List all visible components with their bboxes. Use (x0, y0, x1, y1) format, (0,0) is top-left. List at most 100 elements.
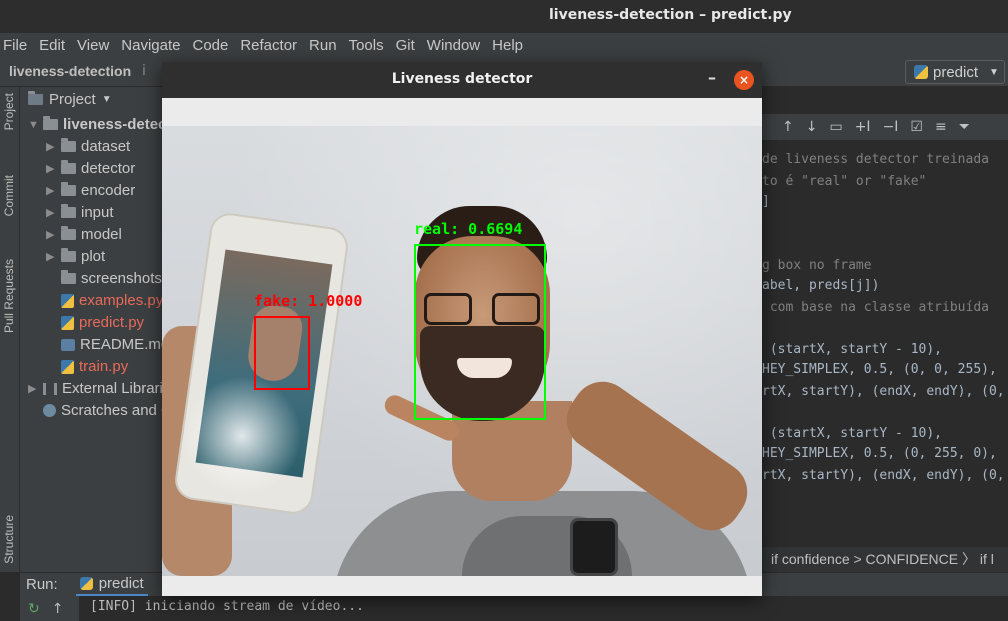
align-icon[interactable]: ≡ (935, 119, 947, 135)
arrow-down-icon[interactable]: ↓ (806, 119, 818, 135)
tree-item-input[interactable]: ▶ input (46, 204, 114, 221)
menu-view[interactable]: View (77, 37, 109, 54)
folder-icon (61, 160, 76, 174)
code-line: HEY_SIMPLEX, 0.5, (0, 0, 255), (762, 362, 997, 377)
detection-label-fake: fake: 1.0000 (254, 292, 363, 310)
chevron-right-icon: ▶ (46, 185, 55, 197)
tree-item-train-py[interactable]: train.py (46, 358, 128, 375)
code-line: ] (762, 194, 770, 209)
tree-item-label: predict.py (79, 314, 145, 331)
scratch-icon (43, 404, 56, 417)
library-icon (43, 382, 57, 395)
tab-structure[interactable]: Structure (2, 515, 16, 564)
folder-icon (61, 270, 76, 284)
folder-icon (61, 204, 76, 218)
menu-bar: File Edit View Navigate Code Refactor Ru… (0, 33, 1008, 57)
frame-top-margin (162, 98, 762, 126)
menu-edit[interactable]: Edit (39, 37, 65, 54)
code-line: de liveness detector treinada (762, 152, 989, 167)
code-line: rtX, startY), (endX, endY), (0, (762, 468, 1005, 483)
console-toolbar: ↻ ↑ (20, 596, 80, 621)
menu-window[interactable]: Window (427, 37, 480, 54)
run-tab-predict[interactable]: predict (75, 573, 148, 597)
left-tool-stripe: Project Commit Pull Requests Structure (0, 87, 20, 572)
run-config-selector[interactable]: predict ▼ (905, 60, 1005, 84)
python-file-icon (61, 359, 74, 374)
menu-file[interactable]: File (3, 37, 27, 54)
folder-icon (61, 182, 76, 196)
minimize-button[interactable]: – (702, 68, 722, 90)
arrow-up-icon[interactable]: ↑ (52, 601, 64, 617)
menu-run[interactable]: Run (309, 37, 337, 54)
tree-item-label: model (81, 226, 122, 243)
project-panel-title: Project (49, 91, 96, 108)
menu-tools[interactable]: Tools (349, 37, 384, 54)
menu-git[interactable]: Git (396, 37, 415, 54)
code-line: HEY_SIMPLEX, 0.5, (0, 255, 0), (762, 446, 997, 461)
tree-item-dataset[interactable]: ▶ dataset (46, 138, 130, 155)
editor-breadcrumb[interactable]: if confidence > CONFIDENCE 〉 if l (762, 547, 1008, 572)
tree-item-label: screenshots (81, 270, 162, 287)
code-line: abel, preds[j]) (762, 278, 880, 293)
folder-icon (43, 116, 58, 130)
chevron-down-icon: ▼ (28, 118, 39, 131)
tree-item-plot[interactable]: ▶ plot (46, 248, 105, 265)
detection-box-real (414, 244, 546, 420)
run-config-label: predict (933, 63, 979, 81)
tree-item-screenshots[interactable]: screenshots (46, 270, 162, 287)
tree-item-predict-py[interactable]: predict.py (46, 314, 144, 331)
code-line: to é "real" or "fake" (762, 174, 927, 189)
tree-item-encoder[interactable]: ▶ encoder (46, 182, 135, 199)
chevron-down-icon: ▼ (101, 94, 112, 105)
window-title: liveness-detection – predict.py (549, 7, 792, 23)
tree-item-label: detector (81, 160, 136, 177)
close-button[interactable]: × (734, 70, 754, 90)
console-output-line: [INFO] iniciando stream de vídeo... (90, 599, 364, 614)
breadcrumb-project[interactable]: liveness-detection (9, 63, 131, 79)
tree-item-label: input (81, 204, 114, 221)
chevron-right-icon: ▶ (46, 251, 55, 263)
markdown-file-icon (61, 338, 75, 351)
frame-bottom-margin (162, 576, 762, 596)
dialog-titlebar[interactable]: Liveness detector – × (162, 62, 762, 98)
python-icon (79, 576, 93, 590)
python-file-icon (61, 293, 74, 308)
rerun-icon[interactable]: ↻ (28, 601, 40, 617)
filter-icon[interactable]: ⏷ (959, 119, 970, 135)
tab-commit[interactable]: Commit (2, 175, 16, 216)
wristwatch (570, 518, 618, 576)
remove-occurrence-icon[interactable]: −I (883, 119, 899, 135)
editor-toolbar: ↑ ↓ ▭ +I −I ☑ ≡ ⏷ (762, 114, 1008, 140)
tree-item-detector[interactable]: ▶ detector (46, 160, 135, 177)
python-file-icon (61, 315, 74, 330)
window-titlebar: liveness-detection – predict.py (0, 0, 1008, 33)
chevron-right-icon: ▶ (46, 207, 55, 219)
run-console[interactable]: [INFO] iniciando stream de vídeo... (20, 596, 1008, 621)
folder-icon (61, 248, 76, 262)
tree-item-label: train.py (79, 358, 129, 375)
dialog-title: Liveness detector (391, 71, 533, 87)
menu-navigate[interactable]: Navigate (121, 37, 180, 54)
tree-item-model[interactable]: ▶ model (46, 226, 122, 243)
tree-item-external-libraries[interactable]: ▶ External Libraries (28, 380, 179, 397)
chevron-right-icon: ▶ (46, 229, 55, 241)
camera-frame: fake: 1.0000 real: 0.6694 (162, 126, 762, 576)
window-icon[interactable]: ▭ (829, 119, 842, 135)
menu-help[interactable]: Help (492, 37, 523, 54)
tree-item-readme[interactable]: README.md (46, 336, 169, 353)
select-all-icon[interactable]: ☑ (910, 119, 923, 135)
menu-code[interactable]: Code (192, 37, 228, 54)
arrow-up-icon[interactable]: ↑ (782, 119, 794, 135)
breadcrumb-next[interactable]: i (142, 63, 146, 79)
code-line: (startX, startY - 10), (762, 426, 943, 441)
chevron-down-icon: ▼ (989, 66, 999, 78)
add-occurrence-icon[interactable]: +I (855, 119, 871, 135)
tree-item-examples-py[interactable]: examples.py (46, 292, 163, 309)
tab-pull-requests[interactable]: Pull Requests (2, 259, 16, 333)
menu-refactor[interactable]: Refactor (240, 37, 297, 54)
chevron-right-icon: ▶ (46, 163, 55, 175)
run-tab-label: predict (98, 574, 144, 592)
project-panel-header[interactable]: Project ▼ (28, 91, 112, 108)
tab-project[interactable]: Project (2, 93, 16, 130)
run-label: Run: (26, 576, 58, 593)
